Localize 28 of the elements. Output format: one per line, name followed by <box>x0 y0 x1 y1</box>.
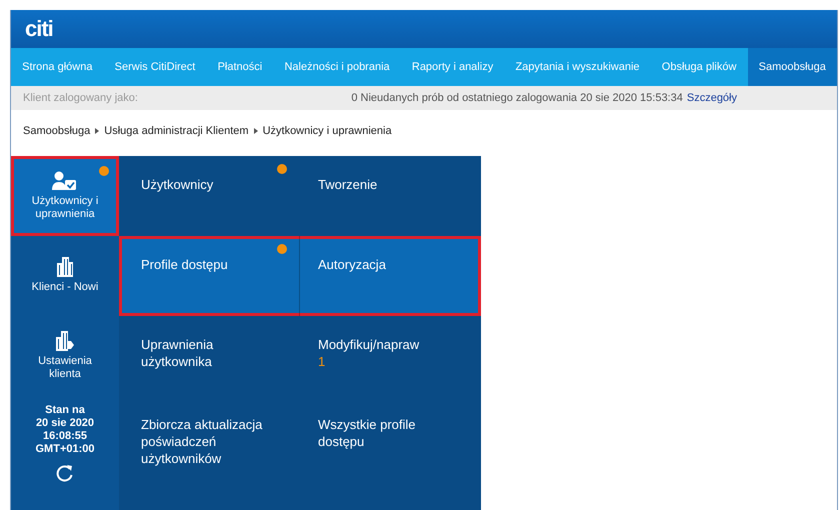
menu-item[interactable]: Modyfikuj/napraw 1 <box>299 316 481 396</box>
building-icon <box>56 257 74 277</box>
users-icon <box>52 170 78 190</box>
breadcrumb-item[interactable]: Samoobsługa <box>23 123 90 140</box>
breadcrumb-item[interactable]: Usługa administracji Klientem <box>104 123 249 140</box>
sidebar-item[interactable]: Ustawienia klienta <box>11 316 119 396</box>
status-text: 20 sie 2020 <box>36 416 94 430</box>
sidebar-item[interactable]: Użytkownicy i uprawnienia <box>11 156 119 236</box>
refresh-icon[interactable] <box>56 464 74 482</box>
menu-item[interactable]: Profile dostępu <box>119 236 299 316</box>
status-text: 16:08:55 <box>42 430 88 442</box>
logo[interactable]: citi <box>25 16 53 41</box>
login-message: 0 Nieudanych prób od ostatniego zalogowania 20 sie 2020 15:53:34 <box>351 90 683 106</box>
count-label: 1 <box>318 352 326 370</box>
status-text: Stan na <box>45 404 85 416</box>
menu-item[interactable]: Autoryzacja <box>299 236 481 316</box>
client-label: Klient zalogowany jako: <box>23 90 138 106</box>
building-icon <box>55 330 75 350</box>
menu-item[interactable]: Zbiorcza aktualizacja poświadczeń użytkowników <box>119 396 299 476</box>
breadcrumb-item: Użytkownicy i uprawnienia <box>262 124 392 139</box>
menu-item[interactable]: Użytkownicy <box>119 156 299 236</box>
details-link[interactable]: Szczegóły <box>686 90 737 106</box>
sidebar-item[interactable]: Klienci - Nowi <box>11 236 119 316</box>
menu-item[interactable]: Tworzenie <box>299 156 481 236</box>
menu-item[interactable]: Wszystkie profile dostępu <box>299 396 481 476</box>
nav-tab[interactable]: Samoobsługa <box>748 48 837 86</box>
menu-item[interactable]: Uprawnienia użytkownika <box>119 316 299 396</box>
status-text: GMT+01:00 <box>36 442 94 456</box>
